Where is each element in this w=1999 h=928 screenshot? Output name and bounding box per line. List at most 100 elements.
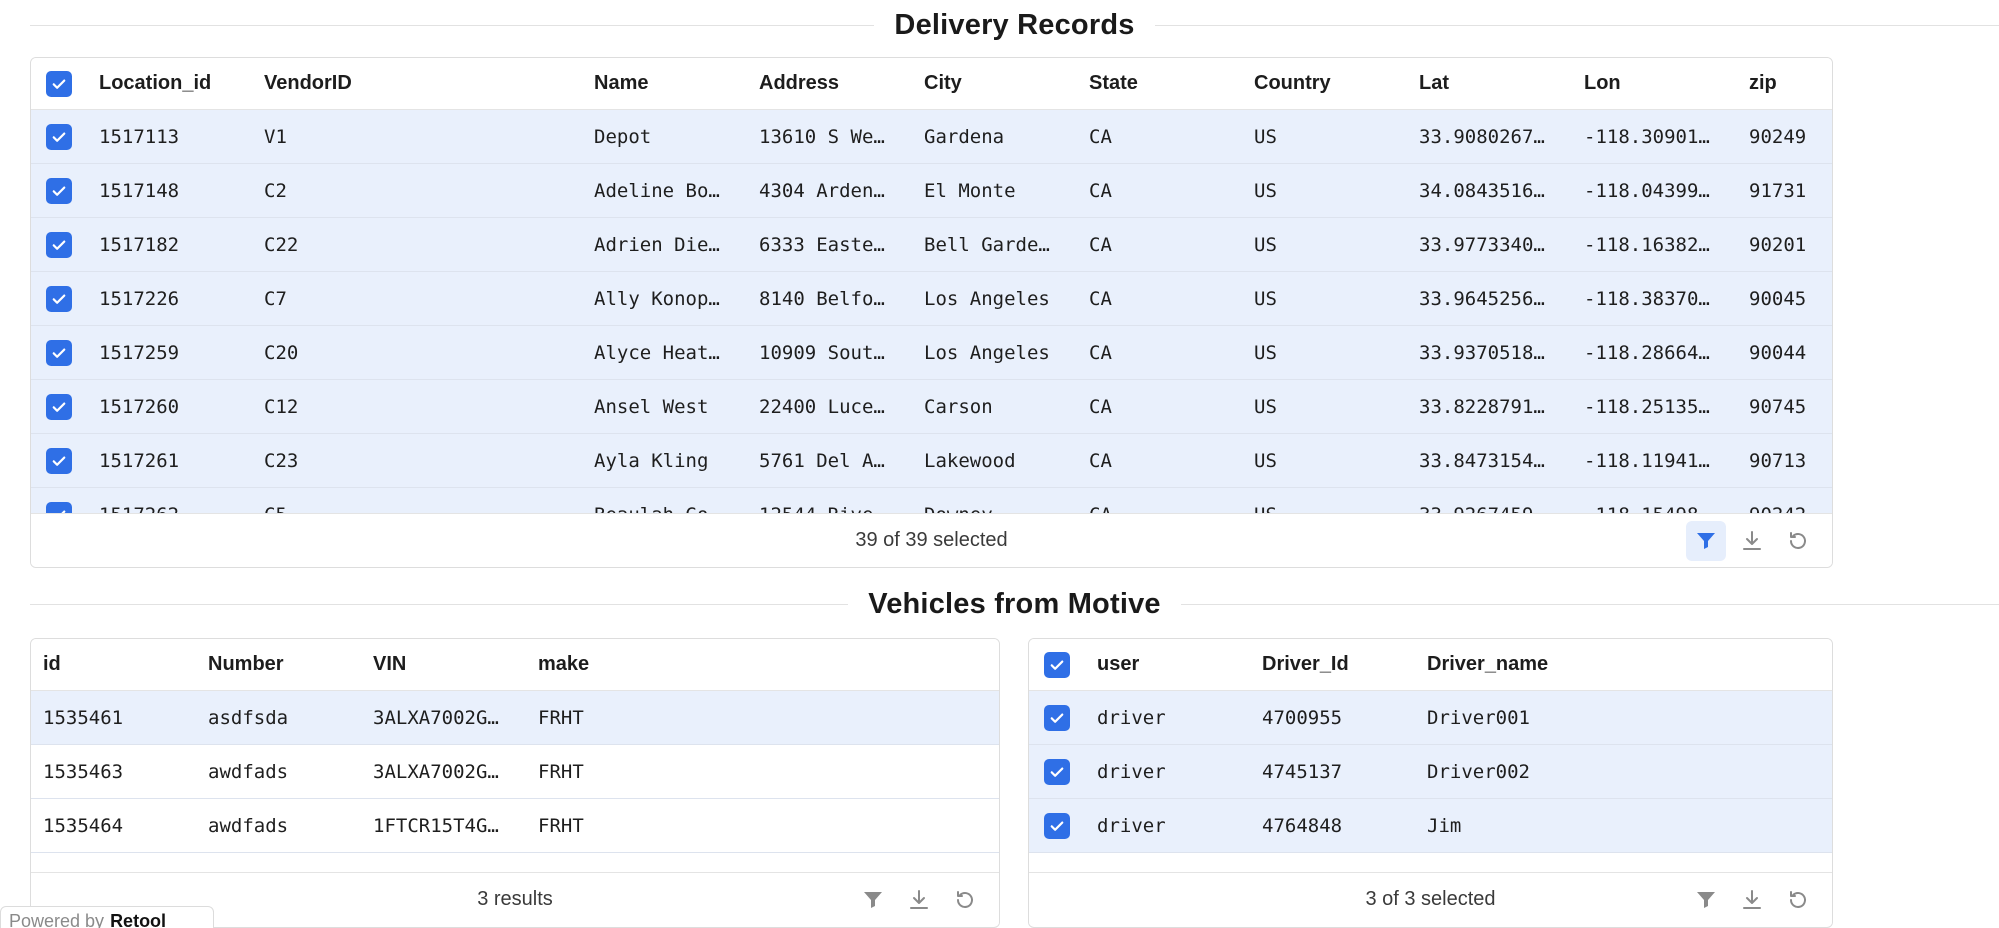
row-checkbox[interactable] xyxy=(46,447,72,474)
download-button[interactable] xyxy=(899,880,939,920)
refresh-button[interactable] xyxy=(1778,880,1818,920)
table-header: Location_id VendorID Name Address City State C… xyxy=(31,58,1832,110)
table-row[interactable]: 1517148 C2 Adeline Bo… 4304 Arden… El Monte C… xyxy=(31,164,1832,218)
column-header[interactable]: VendorID xyxy=(252,72,582,95)
table-row[interactable]: 1517259 C20 Alyce Heat… 10909 Sout… Los Ange… xyxy=(31,326,1832,380)
download-button[interactable] xyxy=(1732,521,1772,561)
table-toolbar xyxy=(1686,521,1818,561)
column-header[interactable]: Driver_Id xyxy=(1250,653,1415,676)
table-cell: C20 xyxy=(264,341,299,364)
table-cell: C23 xyxy=(264,449,299,472)
table-row[interactable]: 1517261 C23 Ayla Kling 5761 Del A… Lakewood C… xyxy=(31,434,1832,488)
table-body[interactable]: 1517113 V1 Depot 13610 S We… Gardena CA US 33.9… xyxy=(31,110,1832,515)
column-header[interactable]: City xyxy=(912,72,1077,95)
column-header[interactable]: Driver_name xyxy=(1415,653,1615,676)
checkbox-cell xyxy=(31,339,87,366)
column-header[interactable]: Address xyxy=(747,72,912,95)
table-cell: -118.25135… xyxy=(1584,395,1710,418)
column-header[interactable]: VIN xyxy=(361,653,526,676)
row-checkbox[interactable] xyxy=(46,393,72,420)
table-cell: CA xyxy=(1089,341,1112,364)
table-cell: Jim xyxy=(1427,814,1462,837)
table-cell: -118.28664… xyxy=(1584,341,1710,364)
table-cell: 1517113 xyxy=(99,125,180,148)
column-header[interactable]: Location_id xyxy=(87,72,252,95)
table-cell: Depot xyxy=(594,125,652,148)
column-header[interactable]: id xyxy=(31,653,196,676)
table-cell: 90201 xyxy=(1749,233,1807,256)
column-header[interactable]: zip xyxy=(1737,72,1827,95)
table-row[interactable]: driver 4764848 Jim xyxy=(1029,799,1832,853)
table-row[interactable]: 1517260 C12 Ansel West 22400 Luce… Carson CA U… xyxy=(31,380,1832,434)
table-row[interactable]: 1535461 asdfsda 3ALXA7002G… FRHT xyxy=(31,691,999,745)
divider xyxy=(30,24,875,26)
table-row[interactable]: driver 4745137 Driver002 xyxy=(1029,745,1832,799)
table-cell: 1517148 xyxy=(99,179,180,202)
table-toolbar xyxy=(1686,880,1818,920)
row-checkbox[interactable] xyxy=(1044,704,1070,731)
column-header[interactable]: Name xyxy=(582,72,747,95)
table-cell: Ayla Kling xyxy=(594,449,709,472)
table-body[interactable]: 1535461 asdfsda 3ALXA7002G… FRHT 1535463 awdf… xyxy=(31,691,999,875)
download-button[interactable] xyxy=(1732,880,1772,920)
filter-button[interactable] xyxy=(1686,521,1726,561)
table-row[interactable]: driver 4700955 Driver001 xyxy=(1029,691,1832,745)
table-cell: Gardena xyxy=(924,125,1005,148)
column-header[interactable]: Lon xyxy=(1572,72,1737,95)
table-cell: US xyxy=(1254,233,1277,256)
table-cell: Driver002 xyxy=(1427,760,1530,783)
refresh-button[interactable] xyxy=(1778,521,1818,561)
row-checkbox[interactable] xyxy=(1044,812,1070,839)
select-all-checkbox[interactable] xyxy=(1044,651,1070,678)
row-checkbox[interactable] xyxy=(1044,758,1070,785)
checkbox-cell xyxy=(31,231,87,258)
column-header[interactable]: user xyxy=(1085,653,1250,676)
table-body[interactable]: driver 4700955 Driver001 driver 4745137 Drive… xyxy=(1029,691,1832,875)
select-all-checkbox[interactable] xyxy=(46,70,72,97)
check-icon xyxy=(52,402,66,412)
table-cell: Los Angeles xyxy=(924,287,1050,310)
column-header[interactable]: make xyxy=(526,653,691,676)
table-cell: 90713 xyxy=(1749,449,1807,472)
row-checkbox[interactable] xyxy=(46,231,72,258)
filter-button[interactable] xyxy=(853,880,893,920)
table-cell: 34.0843516… xyxy=(1419,179,1545,202)
checkbox-cell xyxy=(1029,812,1085,839)
checkbox-cell xyxy=(1029,758,1085,785)
table-cell: 90745 xyxy=(1749,395,1807,418)
table-row[interactable]: 1535463 awdfads 3ALXA7002G… FRHT xyxy=(31,745,999,799)
column-header[interactable]: Number xyxy=(196,653,361,676)
refresh-button[interactable] xyxy=(945,880,985,920)
divider xyxy=(1154,24,1999,26)
table-cell: 8140 Belfo… xyxy=(759,287,885,310)
check-icon xyxy=(52,348,66,358)
table-cell: CA xyxy=(1089,287,1112,310)
column-header[interactable]: Lat xyxy=(1407,72,1572,95)
table-cell: 33.9645256… xyxy=(1419,287,1545,310)
table-cell: 4764848 xyxy=(1262,814,1343,837)
download-icon xyxy=(910,890,928,909)
table-cell: Alyce Heat… xyxy=(594,341,720,364)
table-row[interactable]: 1517226 C7 Ally Konop… 8140 Belfo… Los Angel… xyxy=(31,272,1832,326)
table-row[interactable]: 1517262 C5 Beaulah Go… 12544 Rive… Downey CA U… xyxy=(31,488,1832,515)
table-cell: driver xyxy=(1097,814,1166,837)
table-row[interactable]: 1517182 C22 Adrien Die… 6333 Easte… Bell Gar… xyxy=(31,218,1832,272)
row-checkbox[interactable] xyxy=(46,177,72,204)
table-cell: 1517261 xyxy=(99,449,180,472)
table-row[interactable]: 1517113 V1 Depot 13610 S We… Gardena CA US 33.9… xyxy=(31,110,1832,164)
filter-icon xyxy=(1697,892,1715,908)
section-title: Delivery Records xyxy=(894,8,1135,41)
filter-button[interactable] xyxy=(1686,880,1726,920)
column-header[interactable]: State xyxy=(1077,72,1242,95)
row-checkbox[interactable] xyxy=(46,339,72,366)
row-checkbox[interactable] xyxy=(46,285,72,312)
row-checkbox[interactable] xyxy=(46,123,72,150)
table-cell: US xyxy=(1254,449,1277,472)
checkbox-cell xyxy=(31,123,87,150)
table-row[interactable]: 1535464 awdfads 1FTCR15T4G… FRHT xyxy=(31,799,999,853)
check-icon xyxy=(1050,713,1064,723)
powered-by-badge[interactable]: Powered by Retool xyxy=(0,906,214,928)
table-cell: 33.8473154… xyxy=(1419,449,1545,472)
column-header[interactable]: Country xyxy=(1242,72,1407,95)
table-cell: -118.04399… xyxy=(1584,179,1710,202)
